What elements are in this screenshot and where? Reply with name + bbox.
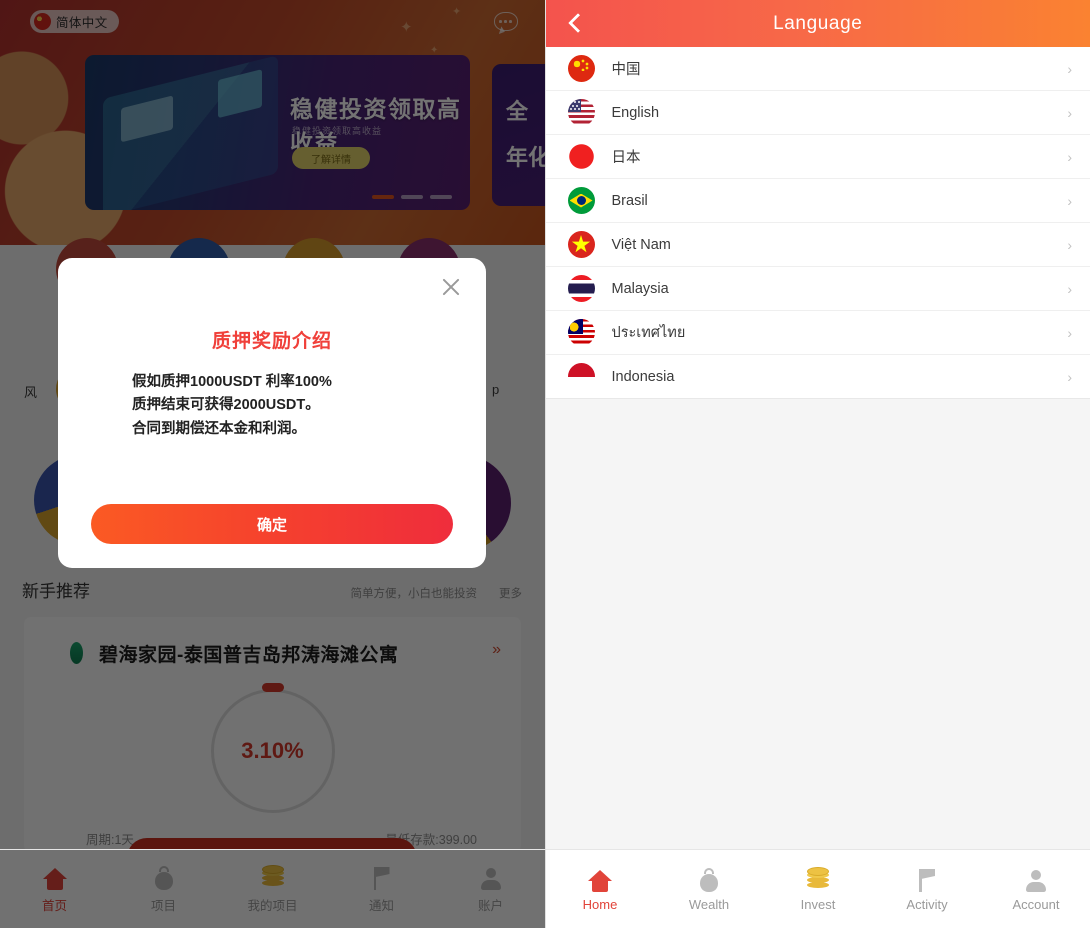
tab-my-projects[interactable]: 我的项目 — [218, 864, 327, 914]
language-name: 中国 — [611, 62, 641, 78]
list-item[interactable]: 日本 › — [545, 135, 1090, 179]
tab-activity[interactable]: Activity — [873, 866, 982, 912]
language-name: 日本 — [611, 150, 641, 166]
language-name: ประเทศไทย — [611, 325, 686, 341]
tab-wealth-label: Wealth — [688, 897, 730, 912]
tab-invest-label: Invest — [800, 897, 836, 912]
close-icon[interactable] — [440, 276, 462, 298]
tab-projects[interactable]: 项目 — [109, 864, 218, 914]
wealth-bag-icon — [698, 866, 720, 892]
coins-icon — [260, 864, 286, 890]
chevron-right-icon: › — [1067, 192, 1072, 209]
person-icon — [480, 864, 502, 890]
language-name: Malaysia — [611, 280, 669, 297]
tab-home-label: 首页 — [41, 899, 67, 913]
chevron-right-icon: › — [1067, 236, 1072, 253]
wealth-bag-icon — [153, 864, 175, 890]
home-panel: ✦ ✦ ✦ 简体中文 稳健投资领取高收益 稳健投资领取高收益 了解详情 全 年化 — [0, 0, 545, 928]
list-item[interactable]: English › — [545, 91, 1090, 135]
malaysia-flag-icon — [567, 319, 595, 346]
china-flag-icon — [567, 55, 595, 82]
tab-notifications-label: 通知 — [368, 899, 394, 913]
indonesia-flag-icon — [567, 363, 595, 390]
brazil-flag-icon — [567, 187, 595, 214]
tab-account-label: 账户 — [477, 899, 503, 913]
coins-icon — [805, 866, 831, 892]
tab-activity-label: Activity — [906, 897, 948, 912]
language-name: Việt Nam — [611, 236, 671, 253]
bottom-tabbar: Home Wealth Invest Activity Account — [545, 849, 1090, 928]
chevron-right-icon: › — [1067, 280, 1072, 297]
modal-line-2: 质押结束可获得2000USDT。 — [132, 397, 320, 414]
home-icon — [42, 864, 67, 890]
tab-home[interactable]: 首页 — [0, 864, 109, 914]
home-icon — [588, 866, 612, 892]
language-name: Brasil — [611, 192, 648, 209]
modal-body: 假如质押1000USDT 利率100% 质押结束可获得2000USDT。 合同到… — [132, 371, 446, 441]
list-item[interactable]: Việt Nam › — [545, 223, 1090, 267]
tab-invest[interactable]: Invest — [764, 866, 873, 912]
language-name: English — [611, 104, 660, 121]
bottom-tabbar: 首页 项目 我的项目 通知 账户 — [0, 849, 545, 928]
tab-notifications[interactable]: 通知 — [327, 864, 436, 914]
language-panel: Language 中国 › English › 日本 › Brasil › Vi… — [544, 0, 1090, 928]
thailand-flag-icon — [567, 275, 595, 302]
app-screen: ✦ ✦ ✦ 简体中文 稳健投资领取高收益 稳健投资领取高收益 了解详情 全 年化 — [0, 0, 1090, 928]
modal-line-3: 合同到期偿还本金和利润。 — [132, 420, 306, 437]
list-item[interactable]: Indonesia › — [545, 355, 1090, 399]
language-list: 中国 › English › 日本 › Brasil › Việt Nam › … — [545, 47, 1090, 399]
tab-my-projects-label: 我的项目 — [247, 899, 298, 913]
language-header: Language — [545, 0, 1090, 47]
chevron-right-icon: › — [1067, 104, 1072, 121]
modal-line-1: 假如质押1000USDT 利率100% — [132, 374, 332, 390]
tab-account[interactable]: 账户 — [436, 864, 545, 914]
list-item[interactable]: Malaysia › — [545, 267, 1090, 311]
list-item[interactable]: ประเทศไทย › — [545, 311, 1090, 355]
japan-flag-icon — [567, 143, 595, 170]
tab-projects-label: 项目 — [150, 899, 176, 913]
page-title: Language — [773, 12, 863, 34]
modal-confirm-button[interactable]: 确定 — [91, 504, 453, 544]
flag-icon — [916, 866, 938, 892]
flag-icon — [371, 864, 393, 890]
tab-wealth[interactable]: Wealth — [655, 866, 764, 912]
language-name: Indonesia — [611, 368, 675, 385]
modal-title: 质押奖励介绍 — [211, 331, 332, 352]
chevron-right-icon: › — [1067, 148, 1072, 165]
chevron-right-icon: › — [1067, 60, 1072, 77]
chevron-left-icon[interactable] — [564, 12, 586, 34]
list-item[interactable]: Brasil › — [545, 179, 1090, 223]
stake-reward-modal: 质押奖励介绍 假如质押1000USDT 利率100% 质押结束可获得2000US… — [58, 258, 486, 568]
vietnam-flag-icon — [567, 231, 595, 258]
tab-account[interactable]: Account — [982, 866, 1090, 912]
chevron-right-icon: › — [1067, 324, 1072, 341]
tab-account-label: Account — [1012, 897, 1060, 912]
tab-home-label: Home — [582, 897, 618, 912]
chevron-right-icon: › — [1067, 368, 1072, 385]
tab-home[interactable]: Home — [546, 866, 655, 912]
list-item[interactable]: 中国 › — [545, 47, 1090, 91]
usa-flag-icon — [567, 99, 595, 126]
person-icon — [1025, 866, 1047, 892]
